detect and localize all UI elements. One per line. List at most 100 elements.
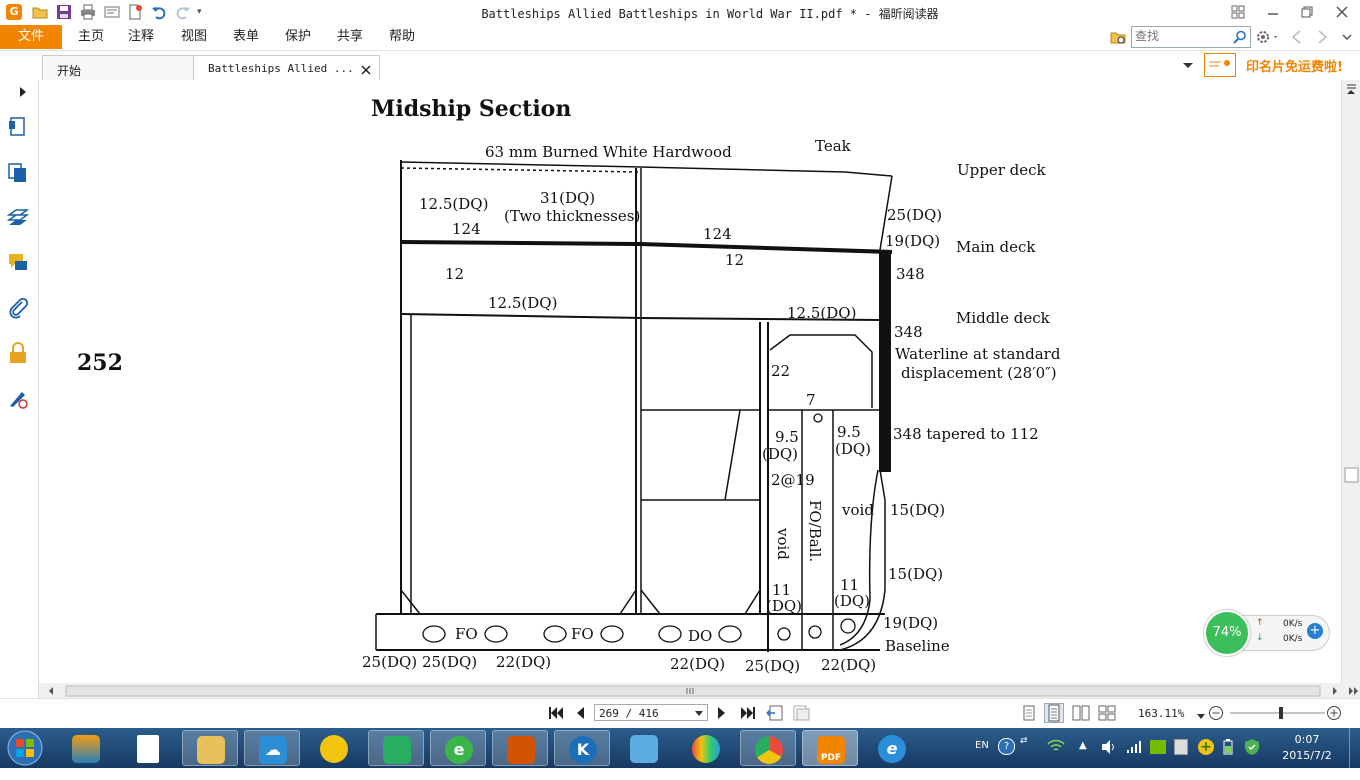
network-monitor-widget[interactable]: 74% ↑ ↓ 0K/s 0K/s + — [1204, 610, 1330, 656]
clock-time[interactable]: 0:07 — [1276, 733, 1338, 746]
close-tab-icon[interactable] — [361, 65, 371, 75]
menu-share[interactable]: 共享 — [337, 25, 363, 49]
close-window-button[interactable] — [1331, 3, 1353, 21]
layout-icon[interactable] — [1227, 3, 1249, 21]
expand-panel-icon[interactable] — [18, 86, 28, 101]
next-page-icon[interactable] — [716, 706, 728, 723]
restore-button[interactable] — [1296, 3, 1318, 21]
page-dropdown-icon[interactable] — [695, 711, 703, 717]
redo-icon[interactable] — [175, 4, 191, 20]
tab-document-label: Battleships Allied ... — [208, 62, 354, 75]
ad-text[interactable]: 印名片免运费啦! — [1246, 56, 1343, 75]
wifi-icon[interactable] — [1046, 738, 1066, 757]
search-input[interactable] — [1132, 27, 1225, 45]
taskbar-app-8[interactable] — [492, 730, 548, 766]
taskbar-app-2[interactable] — [120, 730, 176, 766]
page-number-input[interactable]: 269 / 416 — [594, 704, 708, 721]
attachments-icon[interactable] — [7, 297, 29, 319]
start-button[interactable] — [5, 729, 45, 767]
signature-icon[interactable] — [7, 388, 29, 410]
layers-icon[interactable] — [6, 207, 30, 229]
taskbar-app-4[interactable]: ☁ — [244, 730, 300, 766]
menu-home[interactable]: 主页 — [78, 25, 104, 49]
label-124-left: 124 — [452, 220, 481, 238]
battery-icon[interactable] — [1222, 739, 1234, 758]
zoom-in-icon[interactable] — [1326, 705, 1342, 724]
signal-strength-icon[interactable] — [1126, 740, 1142, 757]
taskbar-app-10[interactable] — [616, 730, 672, 766]
facing-view-icon[interactable] — [1072, 705, 1090, 724]
continuous-facing-view-icon[interactable] — [1098, 705, 1116, 724]
first-page-icon[interactable] — [548, 706, 564, 723]
show-desktop-button[interactable] — [1349, 728, 1360, 768]
customize-toolbar-dropdown-icon[interactable]: ▾ — [197, 4, 213, 20]
ime-settings-icon[interactable]: ⇄ — [1020, 736, 1028, 746]
comments-icon[interactable] — [7, 252, 29, 274]
taskbar-chrome[interactable] — [740, 730, 796, 766]
menu-file[interactable]: 文件 — [0, 25, 62, 49]
business-card-ad-icon[interactable] — [1204, 53, 1236, 77]
ribbon-menu-bar: 文件 主页 注释 视图 表单 保护 共享 帮助 — [0, 25, 1360, 51]
previous-view-page-icon[interactable] — [766, 705, 784, 724]
menu-view[interactable]: 视图 — [181, 25, 207, 49]
tab-list-dropdown-icon[interactable] — [1182, 59, 1194, 71]
clock-date[interactable]: 2015/7/2 — [1276, 749, 1338, 762]
menu-form[interactable]: 表单 — [233, 25, 259, 49]
search-icon[interactable] — [1233, 30, 1247, 44]
show-hidden-icons-icon[interactable]: ▲ — [1079, 740, 1087, 751]
pdf-page-view[interactable]: 252 Midship Section 63 mm Burned White H… — [39, 80, 1341, 683]
search-box[interactable] — [1131, 26, 1251, 48]
zoom-slider[interactable] — [1230, 706, 1325, 720]
tab-start[interactable]: 开始 — [42, 55, 194, 81]
horizontal-scrollbar[interactable] — [39, 683, 1360, 698]
security-lock-icon[interactable] — [7, 342, 29, 364]
accelerate-plus-icon[interactable]: + — [1307, 623, 1323, 639]
taskbar-app-6[interactable] — [368, 730, 424, 766]
pages-icon[interactable] — [7, 162, 29, 184]
language-indicator[interactable]: EN — [975, 740, 989, 751]
security-plus-icon[interactable]: + — [1198, 739, 1214, 755]
open-folder-icon[interactable] — [32, 4, 48, 20]
memory-usage-gauge[interactable]: 74% — [1204, 610, 1250, 656]
help-icon[interactable]: ? — [998, 738, 1015, 755]
tab-document[interactable]: Battleships Allied ... — [193, 55, 380, 81]
storage-icon[interactable] — [1174, 739, 1188, 755]
paint-palette-icon — [320, 735, 348, 763]
print-icon[interactable] — [80, 4, 96, 20]
menu-protect[interactable]: 保护 — [285, 25, 311, 49]
settings-gear-icon[interactable] — [1256, 29, 1280, 45]
collapse-ribbon-icon[interactable] — [1341, 29, 1353, 45]
next-view-page-icon[interactable] — [792, 705, 810, 724]
shield-icon[interactable] — [1244, 738, 1260, 759]
undo-icon[interactable] — [151, 4, 167, 20]
taskbar-foxit-reader[interactable]: PDF — [802, 730, 858, 766]
taskbar-ie[interactable]: e — [864, 730, 920, 766]
taskbar-app-11[interactable] — [678, 730, 734, 766]
label-dq-right: (DQ) — [835, 440, 871, 458]
single-page-view-icon[interactable] — [1022, 705, 1036, 724]
find-folder-icon[interactable] — [1110, 29, 1126, 45]
previous-page-icon[interactable] — [574, 706, 586, 723]
menu-help[interactable]: 帮助 — [389, 25, 415, 49]
taskbar-explorer[interactable] — [182, 730, 238, 766]
volume-icon[interactable] — [1100, 739, 1118, 758]
continuous-view-icon[interactable] — [1044, 703, 1064, 723]
minimize-button[interactable] — [1262, 3, 1284, 21]
zoom-out-icon[interactable] — [1208, 705, 1224, 724]
vertical-scrollbar[interactable] — [1341, 80, 1360, 683]
previous-view-icon[interactable] — [1290, 29, 1304, 45]
save-icon[interactable] — [56, 4, 72, 20]
taskbar-app-7[interactable]: e — [430, 730, 486, 766]
next-view-icon[interactable] — [1315, 29, 1329, 45]
taskbar-app-5[interactable] — [306, 730, 362, 766]
zoom-level[interactable]: 163.11% — [1138, 707, 1184, 720]
new-document-icon[interactable] — [127, 4, 143, 20]
nvidia-icon[interactable] — [1150, 740, 1166, 754]
last-page-icon[interactable] — [740, 706, 756, 723]
zoom-dropdown-icon[interactable] — [1197, 709, 1205, 723]
page-thumbnails-icon[interactable] — [7, 116, 29, 138]
menu-comment[interactable]: 注释 — [128, 25, 154, 49]
taskbar-app-9[interactable]: K — [554, 730, 610, 766]
properties-icon[interactable] — [104, 4, 120, 20]
taskbar-app-1[interactable] — [58, 730, 114, 766]
